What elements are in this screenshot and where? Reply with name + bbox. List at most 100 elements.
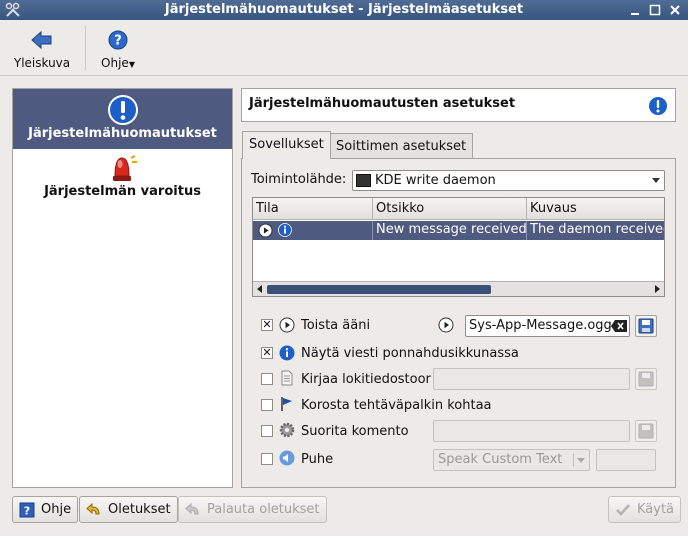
- gear-icon: [279, 422, 295, 438]
- browse-command-button[interactable]: [635, 420, 657, 442]
- scroll-left-icon[interactable]: [257, 285, 262, 293]
- alarm-bell-icon: [112, 155, 137, 181]
- minimize-button[interactable]: [626, 1, 644, 19]
- sound-file-value: Sys-App-Message.ogg: [469, 318, 612, 333]
- chevron-down-icon: [577, 458, 585, 463]
- window-title: Järjestelmähuomautukset - Järjestelmäase…: [164, 2, 524, 17]
- help-book-icon: ?: [19, 502, 35, 518]
- tab-player-settings[interactable]: Soittimen asetukset: [329, 133, 474, 159]
- info-icon: [649, 97, 667, 115]
- select-separator: [573, 453, 574, 467]
- back-arrow-icon: [31, 30, 52, 50]
- play-sound-label: Toista ääni: [301, 318, 371, 333]
- play-sound-checkbox[interactable]: ✕: [261, 319, 273, 331]
- mark-taskbar-label: Korosta tehtäväpalkin kohtaa: [301, 398, 492, 413]
- scrollbar-thumb[interactable]: [267, 285, 491, 294]
- apply-button[interactable]: Käytä: [608, 496, 682, 523]
- maximize-button[interactable]: [646, 1, 664, 19]
- sidebar-item-label: Järjestelmän varoitus: [44, 184, 201, 199]
- module-header: Järjestelmähuomautusten asetukset: [241, 88, 676, 122]
- sidebar-item-label: Järjestelmähuomautukset: [28, 126, 217, 141]
- run-command-label: Suorita komento: [301, 424, 409, 439]
- close-icon: [670, 5, 680, 15]
- document-icon: [281, 370, 293, 386]
- toolbar: Yleiskuva ? Ohje▼: [0, 20, 688, 76]
- module-sidebar: Järjestelmähuomautukset Järjestelmän var…: [12, 88, 233, 488]
- horizontal-scrollbar[interactable]: [253, 281, 664, 296]
- chevron-down-icon: [652, 178, 660, 183]
- reset-button[interactable]: Palauta oletukset: [178, 496, 327, 523]
- info-icon: [278, 223, 292, 237]
- defaults-button-label: Oletukset: [108, 502, 171, 517]
- defaults-button[interactable]: Oletukset: [79, 496, 178, 523]
- speech-mode-select[interactable]: Speak Custom Text: [433, 449, 590, 471]
- minimize-icon: [631, 13, 639, 15]
- description-cell: The daemon received: [530, 222, 665, 237]
- status-cell: [253, 221, 373, 240]
- speech-checkbox[interactable]: [261, 453, 273, 465]
- table-header: Tila Otsikko Kuvaus: [253, 198, 664, 220]
- title-bar[interactable]: Järjestelmähuomautukset - Järjestelmäase…: [0, 0, 688, 20]
- tab-applications[interactable]: Sovellukset: [242, 131, 331, 159]
- undo-icon: [86, 502, 100, 515]
- reset-button-label: Palauta oletukset: [207, 502, 320, 517]
- speech-label: Puhe: [301, 452, 334, 467]
- sound-file-input[interactable]: Sys-App-Message.ogg: [465, 315, 630, 337]
- speech-mode-value: Speak Custom Text: [438, 452, 563, 467]
- show-popup-label: Näytä viesti ponnahdusikkunassa: [301, 346, 519, 361]
- mark-taskbar-checkbox[interactable]: [261, 399, 273, 411]
- run-command-input[interactable]: [433, 420, 630, 442]
- reset-icon: [185, 502, 199, 515]
- clear-text-icon[interactable]: [611, 320, 627, 332]
- column-header-title[interactable]: Otsikko: [373, 198, 527, 220]
- help-button[interactable]: ? Ohje: [12, 496, 79, 523]
- title-cell: New message received: [373, 221, 527, 240]
- speech-text-input[interactable]: [596, 449, 656, 471]
- log-file-label: Kirjaa lokitiedostoor: [301, 372, 431, 387]
- floppy-save-icon: [638, 371, 654, 387]
- browse-sound-file-button[interactable]: [635, 315, 657, 337]
- maximize-icon: [649, 4, 661, 16]
- dropdown-arrow-icon: ▼: [128, 60, 135, 69]
- help-label: Ohje: [101, 56, 129, 70]
- tab-label: Sovellukset: [249, 137, 324, 152]
- checkmark-icon: [616, 504, 630, 516]
- log-file-input[interactable]: [433, 368, 630, 390]
- event-source-value: KDE write daemon: [375, 173, 496, 188]
- svg-text:?: ?: [114, 34, 122, 49]
- events-table[interactable]: Tila Otsikko Kuvaus New message received…: [252, 197, 665, 297]
- column-header-status[interactable]: Tila: [253, 198, 373, 220]
- page-title: Järjestelmähuomautusten asetukset: [249, 96, 516, 111]
- browse-log-file-button[interactable]: [635, 368, 657, 390]
- column-header-description[interactable]: Kuvaus: [527, 198, 664, 220]
- info-icon: [107, 95, 138, 125]
- sidebar-item-notifications[interactable]: Järjestelmähuomautukset: [13, 89, 232, 149]
- speaker-icon: [279, 450, 295, 466]
- svg-text:?: ?: [24, 505, 30, 518]
- sidebar-item-system-bell[interactable]: Järjestelmän varoitus: [13, 152, 232, 208]
- table-row[interactable]: New message received The daemon received: [253, 221, 665, 240]
- apply-button-label: Käytä: [637, 502, 675, 517]
- run-command-checkbox[interactable]: [261, 425, 273, 437]
- show-popup-checkbox[interactable]: ✕: [261, 347, 273, 359]
- tab-label: Soittimen asetukset: [336, 139, 467, 154]
- floppy-save-icon: [638, 318, 654, 334]
- log-file-checkbox[interactable]: [261, 373, 273, 385]
- tools-icon[interactable]: [5, 2, 21, 18]
- play-icon: [258, 223, 273, 238]
- system-settings-window: Järjestelmähuomautukset - Järjestelmäase…: [0, 0, 688, 536]
- close-button[interactable]: [666, 1, 684, 19]
- flag-icon: [281, 397, 292, 411]
- scroll-right-icon[interactable]: [655, 285, 660, 293]
- overview-label: Yleiskuva: [13, 56, 71, 70]
- floppy-save-icon: [638, 423, 654, 439]
- event-source-select[interactable]: KDE write daemon: [352, 170, 665, 191]
- help-menu-button[interactable]: ? Ohje▼: [98, 30, 138, 70]
- event-source-label: Toimintolähde:: [251, 172, 347, 187]
- toolbar-separator: [85, 26, 86, 70]
- overview-button[interactable]: Yleiskuva: [12, 30, 72, 70]
- preview-sound-play-icon[interactable]: [438, 317, 454, 333]
- info-icon: [279, 345, 295, 361]
- play-icon: [279, 317, 295, 333]
- help-icon: ?: [108, 30, 128, 50]
